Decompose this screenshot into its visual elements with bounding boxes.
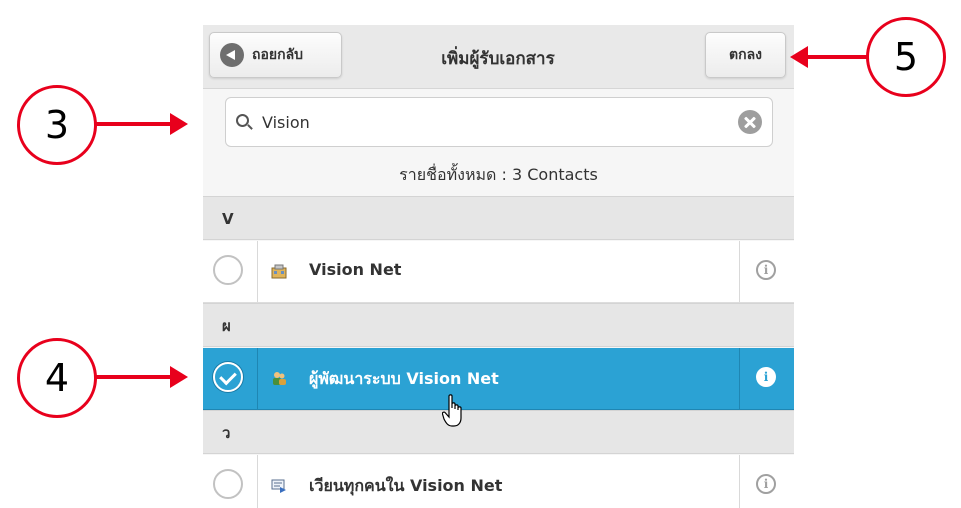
checked-circle-icon[interactable] <box>213 362 243 392</box>
group-header-wo: ว <box>203 410 794 454</box>
checkbox-cell[interactable] <box>203 455 258 508</box>
step-3-callout: 3 <box>17 85 97 165</box>
add-recipient-panel: ถอยกลับ เพิ่มผู้รับเอกสาร ตกลง รายชื่อทั… <box>203 25 794 508</box>
checkbox-cell[interactable] <box>203 241 258 302</box>
contact-name: เวียนทุกคนใน Vision Net <box>309 476 503 495</box>
page-title: เพิ่มผู้รับเอกสาร <box>441 49 555 69</box>
ok-button[interactable]: ตกลง <box>705 32 786 78</box>
organization-icon <box>271 264 287 279</box>
ok-button-label: ตกลง <box>729 47 762 63</box>
back-button-label: ถอยกลับ <box>252 47 304 63</box>
unchecked-circle-icon[interactable] <box>213 469 243 499</box>
back-button[interactable]: ถอยกลับ <box>209 32 342 78</box>
broadcast-icon <box>271 479 286 493</box>
person-group-icon <box>273 372 286 385</box>
clear-icon[interactable] <box>738 110 762 134</box>
step-5-callout: 5 <box>866 17 946 97</box>
step-3-arrow-icon <box>96 113 188 135</box>
info-cell: i <box>739 455 794 508</box>
info-icon[interactable]: i <box>756 260 776 280</box>
info-icon[interactable]: i <box>756 474 776 494</box>
back-arrow-icon <box>220 43 244 67</box>
list-item-selected[interactable]: ผู้พัฒนาระบบ Vision Net i <box>203 348 794 410</box>
step-5-arrow-icon <box>790 46 868 68</box>
unchecked-circle-icon[interactable] <box>213 255 243 285</box>
list-item[interactable]: Vision Net i <box>203 241 794 303</box>
contact-count: รายชื่อทั้งหมด : 3 Contacts <box>399 165 598 184</box>
step-4-arrow-icon <box>96 366 188 388</box>
group-header-v: V <box>203 196 794 240</box>
hand-pointer-icon <box>442 394 462 427</box>
search-box <box>225 97 773 147</box>
search-icon <box>236 114 249 127</box>
group-header-pho: ผ <box>203 303 794 347</box>
info-cell: i <box>739 241 794 302</box>
checkbox-cell[interactable] <box>203 348 258 409</box>
info-cell: i <box>739 348 794 409</box>
step-4-callout: 4 <box>17 338 97 418</box>
list-item[interactable]: เวียนทุกคนใน Vision Net i <box>203 455 794 508</box>
contact-name: Vision Net <box>309 260 402 279</box>
search-input[interactable] <box>262 108 722 136</box>
header-bar: ถอยกลับ เพิ่มผู้รับเอกสาร ตกลง <box>203 25 794 89</box>
info-icon[interactable]: i <box>756 367 776 387</box>
contact-name: ผู้พัฒนาระบบ Vision Net <box>309 369 499 388</box>
